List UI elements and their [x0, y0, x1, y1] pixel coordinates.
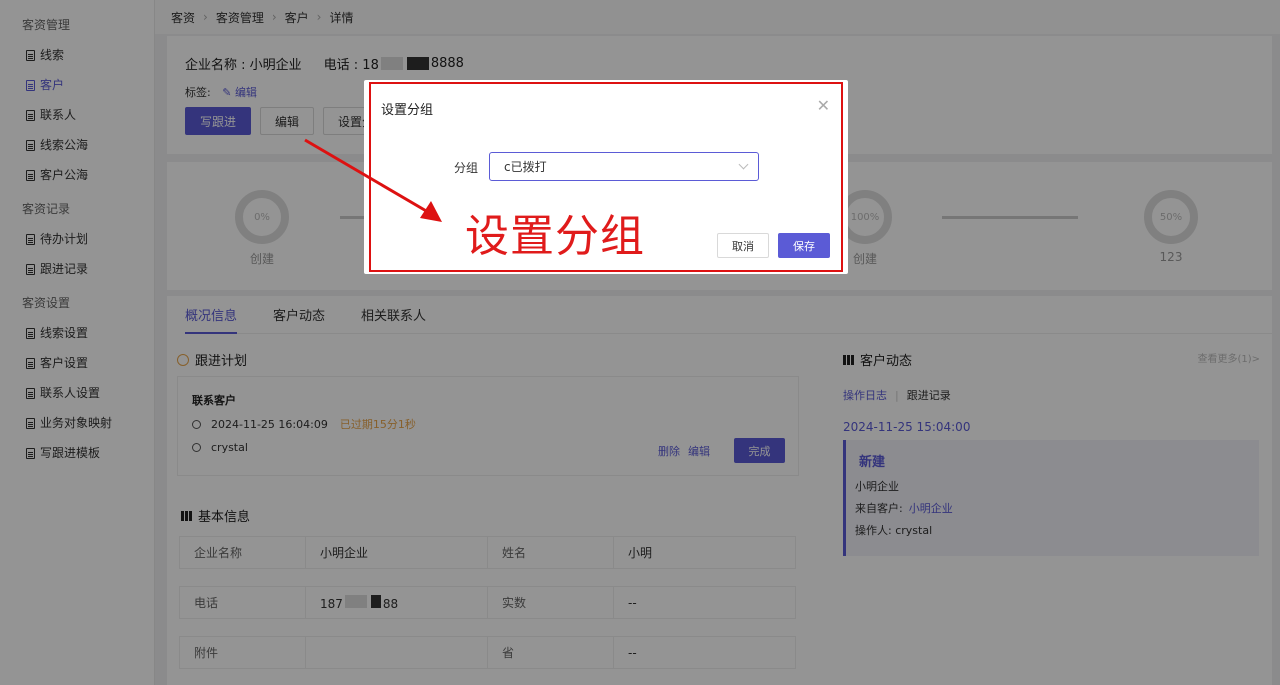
group-field-label: 分组: [454, 161, 479, 175]
group-select-value: c已拨打: [504, 160, 547, 174]
close-icon[interactable]: ✕: [817, 96, 830, 115]
chevron-down-icon: [738, 159, 749, 170]
dialog-buttons: 取消 保存: [717, 233, 830, 258]
dialog-title: 设置分组: [381, 103, 434, 118]
save-button[interactable]: 保存: [778, 233, 830, 258]
cancel-button[interactable]: 取消: [717, 233, 769, 258]
set-group-dialog: 设置分组 ✕ 分组 c已拨打 取消 保存: [364, 80, 848, 274]
group-select[interactable]: c已拨打: [489, 152, 759, 181]
